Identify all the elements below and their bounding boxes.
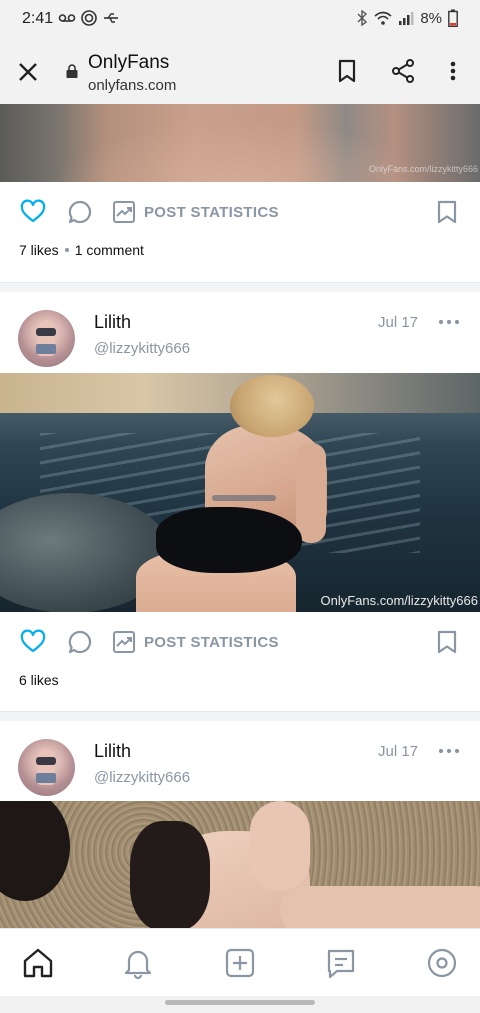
post-date: Jul 17 bbox=[378, 743, 419, 760]
battery-icon bbox=[448, 9, 458, 27]
lock-icon bbox=[66, 64, 78, 78]
post-image[interactable] bbox=[0, 801, 480, 928]
author-name[interactable]: Lilith bbox=[94, 312, 131, 333]
bottom-nav bbox=[0, 928, 480, 996]
image-figure-tattoo bbox=[212, 495, 276, 501]
more-vert-icon[interactable] bbox=[442, 58, 464, 84]
image-figure-head bbox=[230, 375, 314, 437]
avatar-figure-bottom bbox=[36, 344, 56, 354]
home-gesture-handle[interactable] bbox=[165, 1000, 315, 1005]
stats-icon bbox=[113, 201, 135, 223]
comment-icon[interactable] bbox=[67, 629, 93, 655]
avatar[interactable] bbox=[18, 310, 75, 367]
post-date: Jul 17 bbox=[378, 314, 419, 331]
author-handle[interactable]: @lizzykitty666 bbox=[94, 769, 190, 786]
comment-icon[interactable] bbox=[67, 199, 93, 225]
post-divider bbox=[0, 711, 480, 721]
image-figure-arm bbox=[296, 443, 326, 543]
signal-icon bbox=[398, 10, 414, 26]
image-figure-arm bbox=[280, 886, 480, 928]
status-left-icons bbox=[58, 9, 120, 27]
site-title: OnlyFans bbox=[88, 52, 170, 73]
separator-dot bbox=[64, 248, 69, 252]
browser-toolbar: OnlyFans onlyfans.com bbox=[0, 40, 480, 104]
post-image[interactable]: OnlyFans.com/lizzykitty666 bbox=[0, 104, 480, 182]
close-icon[interactable] bbox=[14, 58, 42, 86]
post-statistics-button[interactable]: POST STATISTICS bbox=[112, 628, 279, 656]
image-watermark: OnlyFans.com/lizzykitty666 bbox=[368, 164, 478, 174]
image-hair bbox=[0, 801, 70, 901]
post-actions: POST STATISTICS bbox=[0, 182, 480, 242]
site-url[interactable]: onlyfans.com bbox=[88, 77, 176, 94]
usb-icon bbox=[102, 9, 120, 27]
home-icon[interactable] bbox=[21, 946, 55, 980]
image-figure-shorts bbox=[156, 507, 302, 573]
save-post-icon[interactable] bbox=[436, 199, 458, 225]
bluetooth-icon bbox=[356, 10, 368, 26]
status-bar: 2:41 8% bbox=[0, 0, 480, 40]
profile-icon[interactable] bbox=[425, 946, 459, 980]
post-divider bbox=[0, 282, 480, 292]
save-post-icon[interactable] bbox=[436, 629, 458, 655]
bookmark-icon[interactable] bbox=[334, 58, 360, 84]
post-counts: 6 likes bbox=[19, 672, 59, 688]
post-header: Lilith @lizzykitty666 Jul 17 bbox=[0, 721, 480, 801]
status-right: 8% bbox=[356, 9, 458, 27]
post-statistics-label: POST STATISTICS bbox=[144, 203, 279, 221]
wifi-icon bbox=[374, 10, 392, 26]
battery-percent: 8% bbox=[420, 9, 442, 27]
like-icon[interactable] bbox=[20, 629, 46, 655]
share-icon[interactable] bbox=[390, 58, 416, 84]
add-post-icon[interactable] bbox=[223, 946, 257, 980]
post-statistics-button[interactable]: POST STATISTICS bbox=[112, 198, 279, 226]
post-header: Lilith @lizzykitty666 Jul 17 bbox=[0, 292, 480, 372]
like-icon[interactable] bbox=[20, 199, 46, 225]
avatar-figure-bottom bbox=[36, 773, 56, 783]
comments-count[interactable]: 1 comment bbox=[75, 242, 144, 258]
author-handle[interactable]: @lizzykitty666 bbox=[94, 340, 190, 357]
author-name[interactable]: Lilith bbox=[94, 741, 131, 762]
likes-count[interactable]: 6 likes bbox=[19, 672, 59, 688]
stats-icon bbox=[113, 631, 135, 653]
post-counts: 7 likes 1 comment bbox=[19, 242, 144, 258]
post-statistics-label: POST STATISTICS bbox=[144, 633, 279, 651]
vpn-icon bbox=[80, 9, 98, 27]
avatar[interactable] bbox=[18, 739, 75, 796]
gesture-bar bbox=[0, 996, 480, 1013]
likes-count[interactable]: 7 likes bbox=[19, 242, 59, 258]
image-hair bbox=[130, 821, 210, 928]
image-figure-arm bbox=[250, 801, 310, 891]
feed[interactable]: OnlyFans.com/lizzykitty666 POST STATISTI… bbox=[0, 104, 480, 928]
avatar-figure-top bbox=[36, 757, 56, 765]
post-image[interactable]: OnlyFans.com/lizzykitty666 bbox=[0, 373, 480, 612]
avatar-figure-top bbox=[36, 328, 56, 336]
notifications-icon[interactable] bbox=[121, 946, 155, 980]
more-horiz-icon[interactable] bbox=[438, 743, 460, 759]
more-horiz-icon[interactable] bbox=[438, 314, 460, 330]
image-watermark: OnlyFans.com/lizzykitty666 bbox=[320, 593, 479, 608]
messages-icon[interactable] bbox=[324, 946, 358, 980]
voicemail-icon bbox=[58, 9, 76, 27]
post-actions: POST STATISTICS bbox=[0, 612, 480, 672]
status-time: 2:41 bbox=[22, 10, 54, 27]
